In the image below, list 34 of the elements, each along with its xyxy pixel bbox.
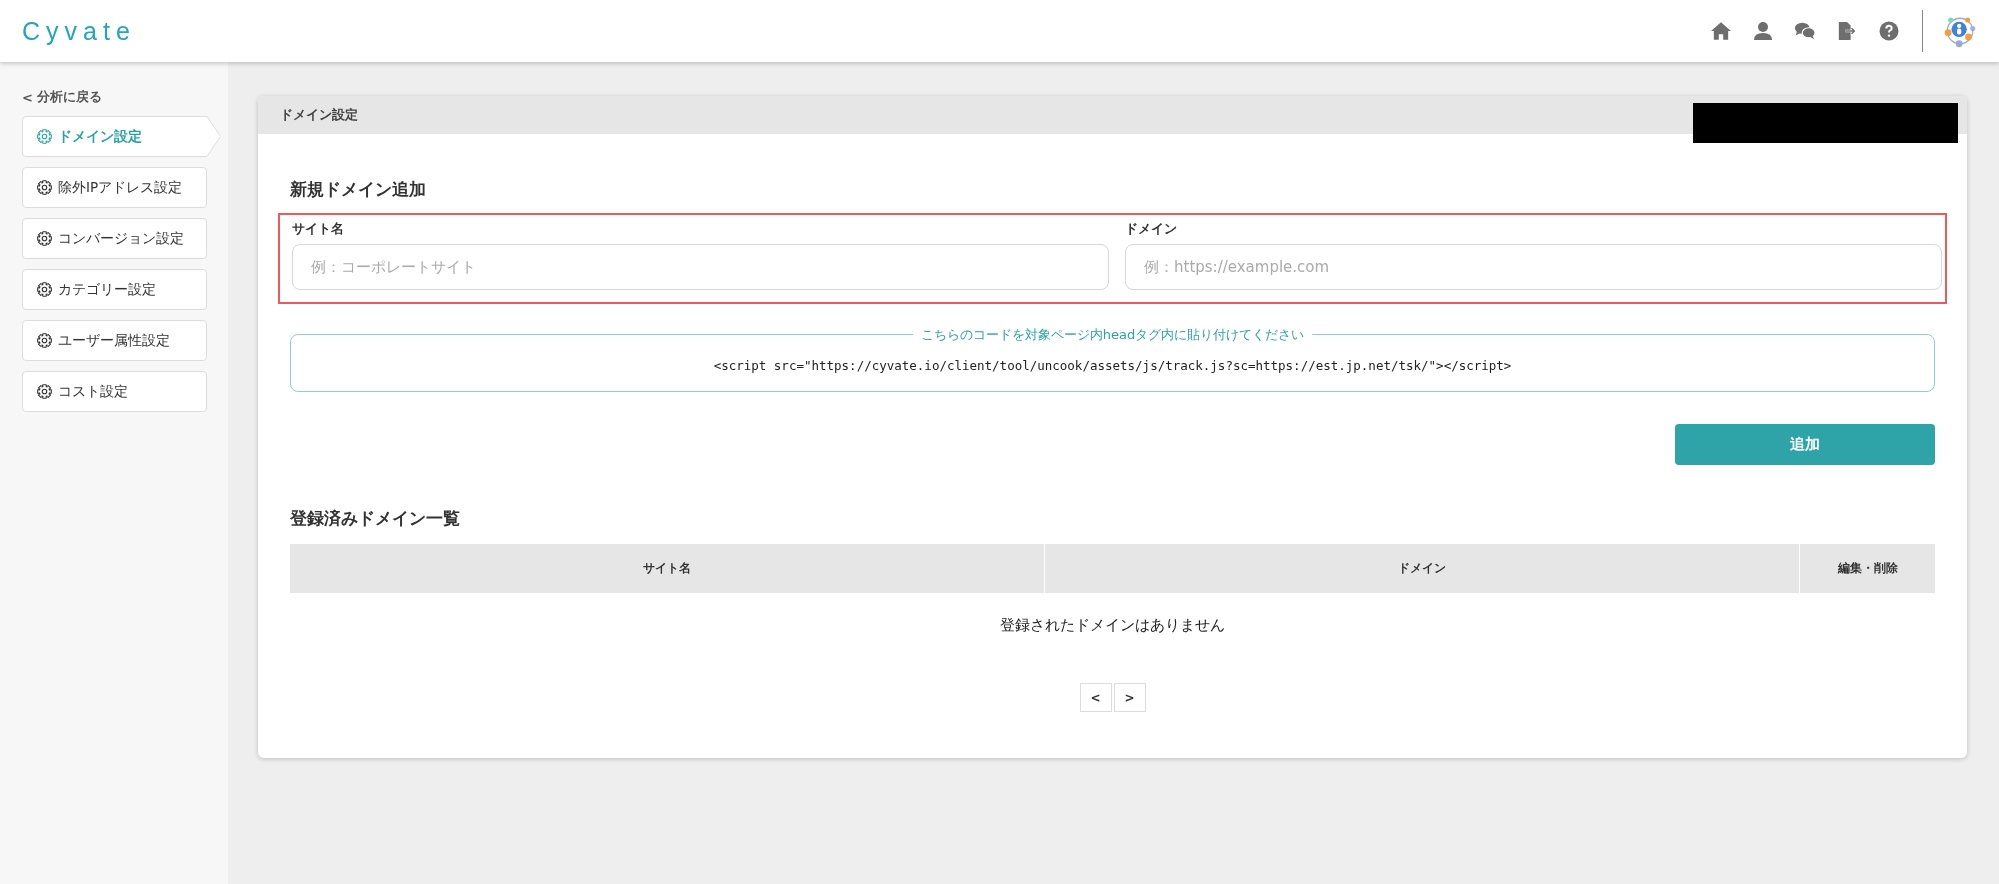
column-header: サイト名 (290, 544, 1045, 593)
field-label: ドメイン (1125, 221, 1178, 238)
card-title: ドメイン設定 (280, 106, 358, 124)
sidebar-item[interactable]: ユーザー属性設定 (22, 320, 207, 361)
chat-icon[interactable] (1794, 21, 1816, 41)
avatar-icon[interactable] (1943, 14, 1977, 48)
sidebar-item[interactable]: コスト設定 (22, 371, 207, 412)
gear-icon (37, 282, 52, 297)
section-title: 新規ドメイン追加 (290, 178, 427, 201)
gear-icon (37, 180, 52, 195)
input-field[interactable]: 例：コーポレートサイト (292, 244, 1109, 290)
gear-icon (37, 129, 52, 144)
page-button[interactable]: > (1113, 683, 1146, 712)
sidebar-item[interactable]: カテゴリー設定 (22, 269, 207, 310)
sidebar-item[interactable]: 除外IPアドレス設定 (22, 167, 207, 208)
back-arrow[interactable]: < (22, 89, 33, 105)
code-snippet: <script src="https://cyvate.io/client/tool/uncook/assets/js/track.js?sc=https://est.jp.net/tsk/"></script> (713, 357, 1512, 373)
help-icon[interactable] (1878, 21, 1900, 41)
back-link[interactable]: 分析に戻る (36, 88, 102, 106)
input-field[interactable]: 例：https://example.com (1125, 244, 1942, 290)
user-icon[interactable] (1752, 21, 1774, 41)
gear-icon (37, 231, 52, 246)
section-title: 登録済みドメイン一覧 (290, 507, 461, 530)
gear-icon (37, 333, 52, 348)
gear-icon (37, 384, 52, 399)
page-button[interactable]: < (1079, 683, 1112, 712)
sidebar-item[interactable]: コンバージョン設定 (22, 218, 207, 259)
logout-icon[interactable] (1836, 21, 1858, 41)
home-icon[interactable] (1710, 21, 1732, 41)
empty-message: 登録されたドメインはありません (1000, 615, 1225, 635)
code-instruction: こちらのコードを対象ページ内headタグ内に貼り付けてください (912, 326, 1313, 344)
column-header: ドメイン (1045, 544, 1800, 593)
field-label: サイト名 (292, 221, 345, 238)
column-header: 編集・削除 (1836, 560, 1899, 577)
